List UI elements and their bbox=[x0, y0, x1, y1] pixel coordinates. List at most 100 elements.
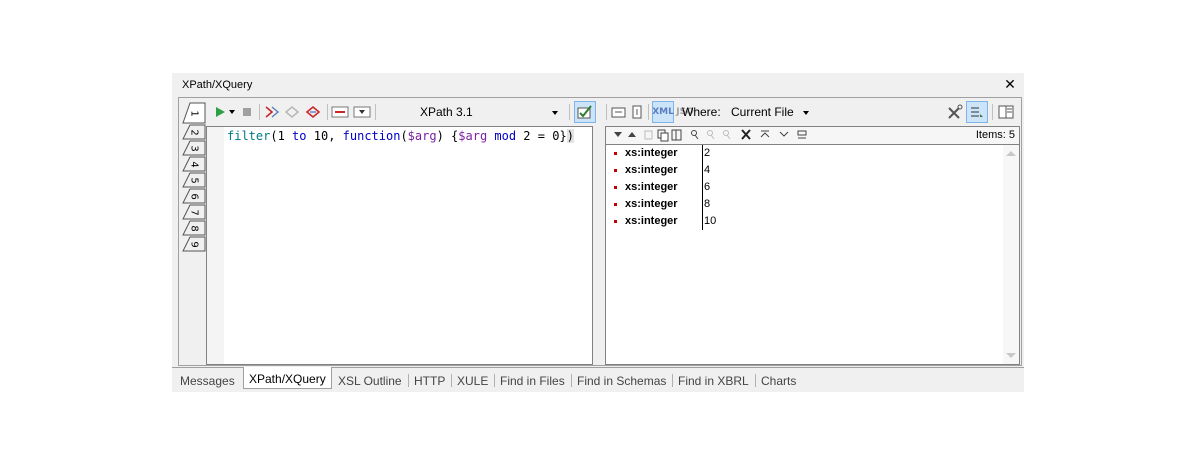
code-token: 1 bbox=[277, 129, 285, 143]
show-header-icon[interactable] bbox=[966, 101, 988, 123]
xpath-expression-editor[interactable]: filter(1 to 10, function($arg) {$arg mod… bbox=[206, 126, 593, 365]
vertical-tab-strip: 1 2 3 4 5 6 7 8 9 bbox=[180, 102, 206, 364]
where-label: Where: bbox=[682, 105, 721, 119]
tab-separator bbox=[755, 374, 756, 387]
result-type: xs:integer bbox=[625, 147, 678, 159]
query-toolbar: XPath 3.1 bbox=[213, 100, 598, 124]
vertical-tab-1[interactable]: 1 bbox=[182, 102, 206, 124]
code-token: filter bbox=[227, 129, 271, 143]
bottom-tab-find-in-xbrl[interactable]: Find in XBRL bbox=[678, 374, 749, 388]
vertical-tab-label: 5 bbox=[188, 176, 200, 184]
results-scrollbar[interactable] bbox=[1003, 145, 1019, 364]
result-row[interactable]: xs:integer 10 bbox=[606, 213, 1002, 230]
vertical-tab-8[interactable]: 8 bbox=[182, 220, 206, 236]
vertical-tab-label: 8 bbox=[188, 224, 200, 232]
chevron-down-icon bbox=[552, 111, 558, 115]
tab-separator bbox=[571, 374, 572, 387]
grid-view-icon[interactable] bbox=[630, 103, 644, 121]
code-token: to bbox=[284, 129, 314, 143]
evaluator-mode-icon[interactable] bbox=[353, 103, 371, 121]
editor-gutter bbox=[207, 127, 224, 364]
step-out-icon[interactable] bbox=[304, 103, 322, 121]
run-icon[interactable] bbox=[213, 103, 227, 121]
builder-mode-icon[interactable] bbox=[331, 103, 349, 121]
code-token: 2 bbox=[523, 129, 531, 143]
bottom-tab-bar: Messages XPath/XQuery XSL Outline HTTP XULE F… bbox=[172, 367, 1024, 392]
vertical-tab-label: 6 bbox=[188, 192, 200, 200]
vertical-tab-label: 3 bbox=[188, 144, 200, 152]
pane-splitter[interactable] bbox=[593, 126, 605, 365]
scroll-up-icon[interactable] bbox=[1006, 151, 1016, 156]
result-value: 4 bbox=[704, 164, 711, 176]
bottom-tab-http[interactable]: HTTP bbox=[414, 374, 445, 388]
xpath-version-select[interactable]: XPath 3.1 bbox=[412, 103, 562, 121]
vertical-tab-label: 9 bbox=[188, 240, 200, 248]
result-type: xs:integer bbox=[625, 215, 678, 227]
code-token: } bbox=[559, 129, 567, 143]
bottom-tab-xpath-xquery[interactable]: XPath/XQuery bbox=[243, 367, 332, 389]
code-token: $arg bbox=[458, 129, 488, 143]
tab-separator bbox=[672, 374, 673, 387]
bottom-tab-charts[interactable]: Charts bbox=[761, 374, 796, 388]
panel-title: XPath/XQuery bbox=[182, 79, 253, 91]
step-over-icon[interactable] bbox=[283, 103, 301, 121]
code-token: function bbox=[342, 129, 401, 143]
settings-tools-icon[interactable] bbox=[945, 103, 965, 121]
step-into-icon[interactable] bbox=[263, 103, 281, 121]
close-button[interactable]: ✕ bbox=[1002, 75, 1018, 93]
result-bullet-icon bbox=[614, 152, 617, 155]
bottom-tab-find-in-files[interactable]: Find in Files bbox=[500, 374, 565, 388]
vertical-tab-3[interactable]: 3 bbox=[182, 140, 206, 156]
bottom-tab-find-in-schemas[interactable]: Find in Schemas bbox=[577, 374, 666, 388]
result-bullet-icon bbox=[614, 220, 617, 223]
result-row[interactable]: xs:integer 8 bbox=[606, 196, 1002, 213]
result-bullet-icon bbox=[614, 169, 617, 172]
validate-icon[interactable] bbox=[574, 101, 596, 123]
code-token: 10 bbox=[313, 129, 329, 143]
result-bullet-icon bbox=[614, 186, 617, 189]
vertical-tab-2[interactable]: 2 bbox=[182, 124, 206, 140]
items-count: Items: 5 bbox=[975, 129, 1015, 141]
xml-mode-button[interactable]: XML bbox=[652, 101, 674, 123]
results-list: xs:integer 2 xs:integer 4 xs:integer 6 xs:inte… bbox=[606, 145, 1002, 230]
code-token: ( bbox=[270, 129, 278, 143]
code-token: ) { bbox=[436, 129, 459, 143]
xml-mode-label: XML bbox=[652, 107, 674, 117]
tab-separator bbox=[408, 374, 409, 387]
vertical-tab-label: 2 bbox=[188, 128, 200, 136]
layout-toggle-icon[interactable] bbox=[997, 103, 1015, 121]
bottom-tab-xsl-outline[interactable]: XSL Outline bbox=[338, 374, 402, 388]
tab-separator bbox=[451, 374, 452, 387]
result-row[interactable]: xs:integer 2 bbox=[606, 145, 1002, 162]
panel-frame: 1 2 3 4 5 6 7 8 9 XPath 3.1 filter(1 to 10, func… bbox=[178, 97, 1022, 366]
stop-icon[interactable] bbox=[240, 103, 254, 121]
vertical-tab-7[interactable]: 7 bbox=[182, 204, 206, 220]
vertical-tab-9[interactable]: 9 bbox=[182, 236, 206, 252]
vertical-tab-label: 7 bbox=[188, 208, 200, 216]
run-dropdown-icon[interactable] bbox=[228, 103, 236, 121]
scroll-down-icon[interactable] bbox=[1006, 353, 1016, 358]
xpath-expression-code[interactable]: filter(1 to 10, function($arg) {$arg mod… bbox=[227, 129, 574, 143]
column-divider[interactable] bbox=[702, 145, 703, 230]
xpath-xquery-panel: XPath/XQuery ✕ 1 2 3 4 5 6 7 8 9 XPath 3.1 filte… bbox=[172, 73, 1024, 391]
results-pane: Items: 5 xs:integer 2 xs:integer 4 xs:intege… bbox=[605, 126, 1020, 365]
vertical-tab-6[interactable]: 6 bbox=[182, 188, 206, 204]
result-row[interactable]: xs:integer 4 bbox=[606, 162, 1002, 179]
code-token: ) bbox=[566, 129, 574, 143]
text-view-icon[interactable] bbox=[610, 103, 628, 121]
result-value: 6 bbox=[704, 181, 711, 193]
bottom-tab-messages[interactable]: Messages bbox=[180, 374, 235, 388]
code-token: , bbox=[328, 129, 343, 143]
result-row[interactable]: xs:integer 6 bbox=[606, 179, 1002, 196]
code-token: $arg bbox=[407, 129, 437, 143]
vertical-tab-4[interactable]: 4 bbox=[182, 156, 206, 172]
vertical-tab-5[interactable]: 5 bbox=[182, 172, 206, 188]
result-type: xs:integer bbox=[625, 164, 678, 176]
bottom-tab-xule[interactable]: XULE bbox=[457, 374, 488, 388]
results-toolbar: XML JSO Where: Current File bbox=[605, 100, 1021, 124]
vertical-tab-label: 1 bbox=[188, 109, 200, 117]
where-scope-select[interactable]: Current File bbox=[725, 103, 815, 121]
chevron-down-icon bbox=[803, 111, 809, 115]
result-value: 8 bbox=[704, 198, 711, 210]
code-token: = bbox=[530, 129, 553, 143]
